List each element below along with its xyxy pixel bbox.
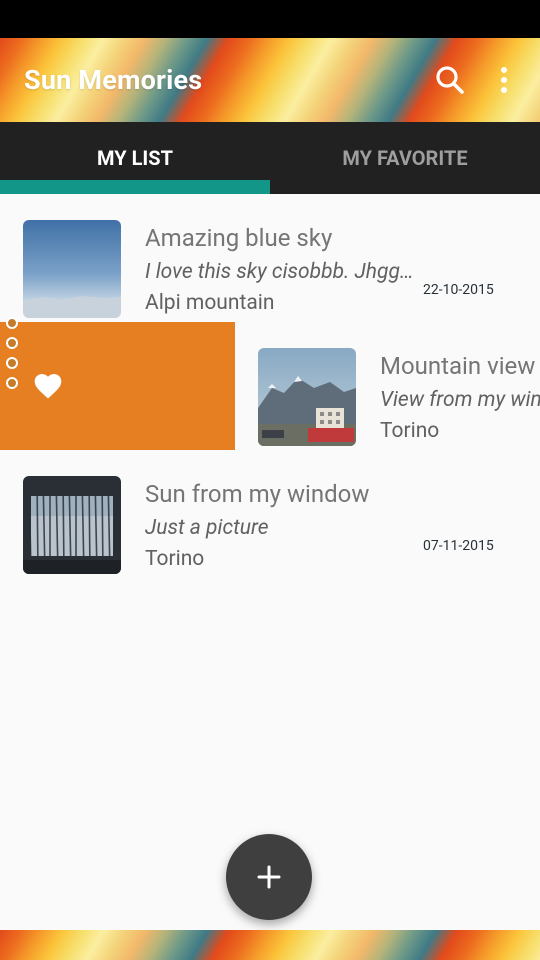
item-description: Just a picture <box>145 516 269 540</box>
item-description: I love this sky cisobbb. Jhgg… <box>145 260 414 284</box>
heart-icon <box>34 374 62 399</box>
more-vert-icon[interactable] <box>490 64 518 96</box>
item-date: 22-10-2015 <box>423 282 494 298</box>
list-item[interactable]: Amazing blue sky I love this sky cisobbb… <box>0 194 540 322</box>
item-description: View from my window <box>380 388 540 412</box>
plus-icon <box>257 865 281 889</box>
tab-my-favorite[interactable]: MY FAVORITE <box>270 122 540 194</box>
list-item[interactable]: Mountain view View from my window Torino <box>235 322 540 450</box>
app-bar: Sun Memories <box>0 38 540 122</box>
thumbnail-image <box>258 348 356 446</box>
app-title: Sun Memories <box>24 64 203 96</box>
item-title: Amazing blue sky <box>145 224 333 252</box>
tab-indicator <box>0 180 270 194</box>
item-title: Sun from my window <box>145 480 370 508</box>
status-bar <box>0 0 540 38</box>
bottom-decoration <box>0 930 540 960</box>
item-date: 07-11-2015 <box>423 538 494 554</box>
thumbnail-image <box>23 220 121 318</box>
favorite-swipe-action[interactable] <box>0 322 235 450</box>
thumbnail-image <box>23 476 121 574</box>
search-icon[interactable] <box>434 64 466 96</box>
add-memory-button[interactable] <box>226 834 312 920</box>
item-place: Torino <box>145 547 205 571</box>
swipe-drag-handle[interactable] <box>6 317 20 393</box>
item-place: Alpi mountain <box>145 291 275 315</box>
list-item[interactable]: Sun from my window Just a picture Torino… <box>0 450 540 578</box>
item-title: Mountain view <box>380 352 536 380</box>
item-place: Torino <box>380 419 440 443</box>
